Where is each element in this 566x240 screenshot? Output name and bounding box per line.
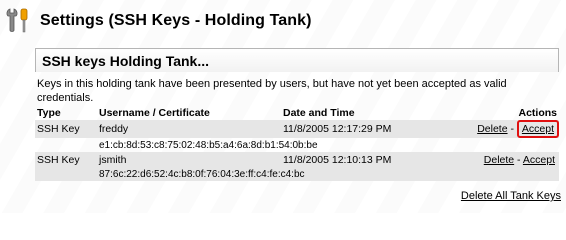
- action-separator: -: [510, 123, 514, 135]
- accept-highlight: Accept: [516, 120, 559, 138]
- page-title: Settings (SSH Keys - Holding Tank): [40, 12, 312, 29]
- delete-link[interactable]: Delete: [477, 123, 507, 135]
- table-header-row: Type Username / Certificate Date and Tim…: [35, 107, 559, 120]
- column-header-username: Username / Certificate: [99, 107, 210, 119]
- panel-description: Keys in this holding tank have been pres…: [37, 78, 507, 104]
- page-header: Settings (SSH Keys - Holding Tank): [4, 6, 312, 36]
- column-header-actions: Actions: [518, 107, 557, 119]
- row-type: SSH Key: [37, 153, 80, 166]
- row-actions: Delete - Accept: [463, 152, 559, 167]
- table-row-fingerprint: 87:6c:22:d6:52:4c:b8:0f:76:04:3e:ff:c4:f…: [35, 167, 559, 181]
- row-datetime: 11/8/2005 12:17:29 PM: [283, 123, 392, 135]
- delete-all-tank-keys-link[interactable]: Delete All Tank Keys: [461, 190, 561, 202]
- accept-link[interactable]: Accept: [523, 154, 555, 166]
- holding-tank-panel: SSH keys Holding Tank... Keys in this ho…: [35, 48, 559, 209]
- panel-body: Keys in this holding tank have been pres…: [35, 77, 559, 181]
- footer: Delete All Tank Keys: [461, 190, 561, 202]
- ssh-keys-table: Type Username / Certificate Date and Tim…: [35, 107, 559, 181]
- table-row: SSH Key jsmith 11/8/2005 12:10:13 PM Del…: [35, 152, 559, 167]
- row-fingerprint: 87:6c:22:d6:52:4c:b8:0f:76:04:3e:ff:c4:f…: [99, 168, 305, 180]
- panel-title-box: SSH keys Holding Tank...: [35, 48, 559, 72]
- tools-icon: [4, 6, 34, 36]
- row-actions: Delete - Accept: [463, 120, 559, 138]
- row-type: SSH Key: [37, 123, 80, 135]
- row-datetime: 11/8/2005 12:10:13 PM: [283, 153, 392, 166]
- row-username: freddy: [99, 123, 129, 135]
- table-row: SSH Key freddy 11/8/2005 12:17:29 PM Del…: [35, 120, 559, 138]
- table-row-fingerprint: e1:cb:8d:53:c8:75:02:48:b5:a4:6a:8d:b1:5…: [35, 138, 559, 152]
- delete-link[interactable]: Delete: [484, 154, 514, 166]
- row-username: jsmith: [99, 153, 127, 166]
- accept-link[interactable]: Accept: [522, 123, 554, 135]
- row-fingerprint: e1:cb:8d:53:c8:75:02:48:b5:a4:6a:8d:b1:5…: [99, 139, 318, 151]
- action-separator: -: [517, 153, 521, 166]
- column-header-type: Type: [37, 107, 61, 119]
- column-header-date: Date and Time: [283, 107, 355, 119]
- panel-title: SSH keys Holding Tank...: [42, 52, 210, 69]
